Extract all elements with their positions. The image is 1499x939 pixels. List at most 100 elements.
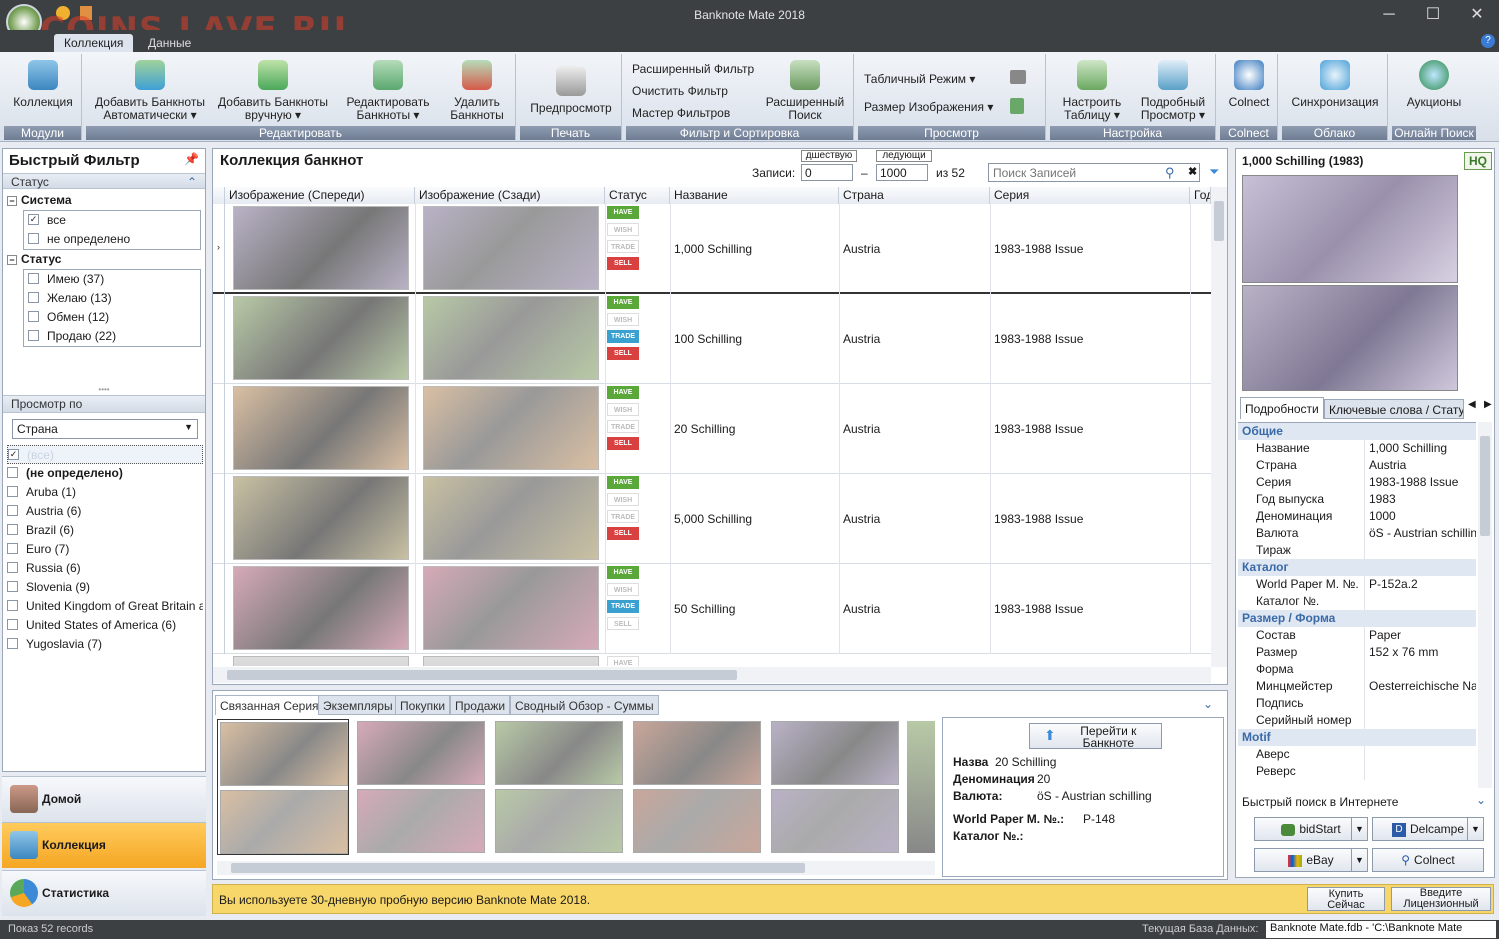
banknote-front-image[interactable]: [233, 476, 409, 560]
detailed-view-button[interactable]: Подробный Просмотр ▾: [1134, 60, 1212, 122]
country-filter-item[interactable]: Euro (7): [7, 540, 203, 559]
column-header-front[interactable]: Изображение (Спереди): [225, 187, 415, 204]
checkbox-icon[interactable]: [7, 505, 18, 517]
collapse-icon[interactable]: −: [7, 196, 17, 206]
scroll-thumb[interactable]: [227, 670, 737, 680]
status-sell-badge[interactable]: SELL: [607, 437, 639, 450]
country-filter-item[interactable]: Brazil (6): [7, 521, 203, 540]
search-icon[interactable]: ⚲: [1165, 165, 1175, 181]
property-row[interactable]: Страна Austria: [1238, 457, 1476, 474]
hq-button[interactable]: HQ: [1464, 152, 1492, 170]
banknote-front-image[interactable]: [233, 566, 409, 650]
banknote-front-image[interactable]: [233, 386, 409, 470]
horizontal-scrollbar[interactable]: [217, 861, 935, 875]
status-have-badge[interactable]: HAVE: [607, 566, 639, 579]
configure-table-button[interactable]: Настроить Таблицу ▾: [1054, 60, 1130, 122]
status-trade-badge[interactable]: TRADE: [607, 330, 639, 343]
column-header-country[interactable]: Страна: [839, 187, 990, 204]
sync-button[interactable]: Синхронизация: [1286, 60, 1384, 109]
status-wish-checkbox[interactable]: Желаю (13): [28, 289, 196, 308]
filter-icon[interactable]: ⏷: [1209, 164, 1219, 180]
pin-icon[interactable]: 📌: [184, 152, 199, 166]
checkbox-icon[interactable]: ✓: [8, 449, 19, 461]
tab-scroll-left-icon[interactable]: ◀: [1468, 399, 1476, 410]
checkbox-icon[interactable]: ✓: [28, 214, 39, 226]
status-trade-badge[interactable]: TRADE: [607, 240, 639, 253]
table-row[interactable]: HAVE WISH TRADE SELL 20 Schilling Austria 1983…: [213, 384, 1211, 474]
property-row[interactable]: Форма: [1238, 661, 1476, 678]
tab-scroll-right-icon[interactable]: ▶: [1484, 399, 1492, 410]
property-row[interactable]: Каталог №.: [1238, 593, 1476, 610]
country-filter-item[interactable]: (не определено): [7, 464, 203, 483]
add-manual-button[interactable]: Добавить Банкноты вручную ▾: [214, 60, 332, 122]
help-icon[interactable]: ?: [1481, 34, 1495, 48]
banknote-back-image[interactable]: [423, 206, 599, 290]
table-row[interactable]: HAVE WISH TRADE SELL 5,000 Schilling Austria 1…: [213, 474, 1211, 564]
front-image[interactable]: [1242, 175, 1458, 283]
status-trade-badge[interactable]: TRADE: [607, 510, 639, 523]
nav-collection[interactable]: Коллекция: [2, 822, 206, 868]
colnect-search-button[interactable]: ⚲ Colnect: [1372, 848, 1484, 872]
status-sell-badge[interactable]: SELL: [607, 347, 639, 360]
status-sell-badge[interactable]: SELL: [607, 617, 639, 630]
horizontal-scrollbar[interactable]: [213, 667, 1211, 683]
chevron-down-icon[interactable]: ⌄: [1203, 697, 1213, 711]
country-filter-item[interactable]: Aruba (1): [7, 483, 203, 502]
table-row[interactable]: › HAVE WISH TRADE SELL 1,000 Schilling Austria…: [213, 204, 1211, 294]
collection-module-button[interactable]: Коллекция: [10, 60, 76, 109]
filter-undefined-checkbox[interactable]: не определено: [28, 230, 196, 249]
property-row[interactable]: Минцмейстер Oesterreichische Nat: [1238, 678, 1476, 695]
status-have-badge[interactable]: HAVE: [607, 296, 639, 309]
related-banknote-thumbnail[interactable]: [217, 719, 349, 855]
add-auto-button[interactable]: Добавить Банкноты Автоматически ▾: [92, 60, 208, 122]
checkbox-icon[interactable]: [7, 543, 18, 555]
dropdown-arrow-icon[interactable]: ▼: [1351, 849, 1367, 871]
image-size-dropdown[interactable]: Размер Изображения ▾: [864, 100, 993, 114]
checkbox-icon[interactable]: [7, 619, 18, 631]
collapse-icon[interactable]: −: [7, 255, 17, 265]
tab-sales[interactable]: Продажи: [450, 695, 511, 715]
minimize-button[interactable]: ─: [1367, 0, 1411, 30]
table-row[interactable]: HAVE WISH TRADE SELL 100 Schilling Austria 198…: [213, 294, 1211, 384]
clear-filter-button[interactable]: Очистить Фильтр: [632, 84, 728, 98]
table-mode-dropdown[interactable]: Табличный Режим ▾: [864, 72, 975, 86]
column-header-year[interactable]: Год: [1190, 187, 1211, 204]
nav-home[interactable]: Домой: [2, 776, 206, 822]
property-category[interactable]: Motif: [1238, 729, 1476, 746]
status-wish-badge[interactable]: WISH: [607, 313, 639, 326]
column-header-back[interactable]: Изображение (Сзади): [415, 187, 605, 204]
status-group[interactable]: − Статус: [7, 250, 201, 269]
tab-related-series[interactable]: Связанная Серия: [215, 695, 324, 715]
status-wish-badge[interactable]: WISH: [607, 223, 639, 236]
property-category[interactable]: Общие: [1238, 423, 1476, 440]
clear-search-icon[interactable]: ✖: [1188, 165, 1197, 178]
status-trade-checkbox[interactable]: Обмен (12): [28, 308, 196, 327]
related-banknote-thumbnail[interactable]: [907, 721, 935, 853]
status-wish-badge[interactable]: WISH: [607, 403, 639, 416]
chevron-down-icon[interactable]: ⌄: [1476, 793, 1486, 807]
checkbox-icon[interactable]: [7, 581, 18, 593]
next-page-button[interactable]: ледующи: [876, 150, 932, 162]
checkbox-icon[interactable]: [7, 486, 18, 498]
bidstart-button[interactable]: bidStart ▼: [1254, 817, 1368, 841]
advanced-filter-button[interactable]: Расширенный Фильтр: [632, 62, 754, 76]
tab-data[interactable]: Данные: [138, 34, 201, 52]
status-have-badge[interactable]: HAVE: [607, 476, 639, 489]
related-banknote-thumbnail[interactable]: [493, 719, 625, 855]
property-row[interactable]: Подпись: [1238, 695, 1476, 712]
property-row[interactable]: Размер 152 x 76 mm: [1238, 644, 1476, 661]
banknote-back-image[interactable]: [423, 476, 599, 560]
delete-banknotes-button[interactable]: Удалить Банкноты: [442, 60, 512, 122]
dropdown-arrow-icon[interactable]: ▼: [1351, 818, 1367, 840]
ebay-button[interactable]: eBay ▼: [1254, 848, 1368, 872]
splitter[interactable]: ••••: [3, 386, 205, 395]
property-row[interactable]: Валюта öS - Austrian schillin: [1238, 525, 1476, 542]
checkbox-icon[interactable]: [7, 562, 18, 574]
banknote-front-image[interactable]: [233, 656, 409, 666]
country-filter-item[interactable]: Austria (6): [7, 502, 203, 521]
banknote-back-image[interactable]: [423, 566, 599, 650]
view-by-select[interactable]: Страна ▼: [12, 419, 198, 439]
country-filter-item[interactable]: United Kingdom of Great Britain a: [7, 597, 203, 616]
country-filter-item[interactable]: Russia (6): [7, 559, 203, 578]
property-row[interactable]: Деноминация 1000: [1238, 508, 1476, 525]
